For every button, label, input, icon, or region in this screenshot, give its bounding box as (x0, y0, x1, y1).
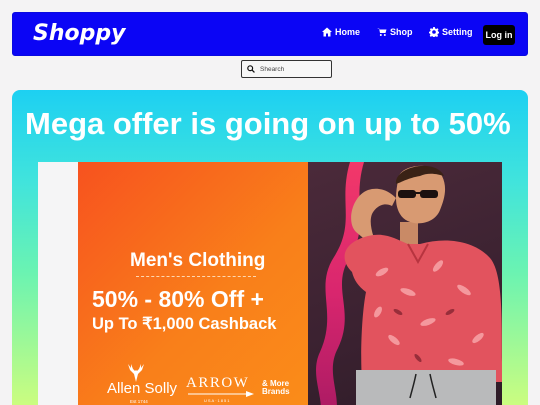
login-button[interactable]: Log in (483, 25, 515, 45)
nav-home-link[interactable]: Home (322, 27, 360, 37)
hero-title: Mega offer is going on up to 50% (25, 106, 511, 141)
cart-icon (377, 28, 387, 36)
nav-shop-label: Shop (390, 27, 413, 37)
promo-divider (136, 276, 256, 277)
search-input[interactable] (260, 65, 330, 73)
arrow-logo: ARROW (186, 375, 250, 391)
nav-home-label: Home (335, 27, 361, 37)
nav-setting-label: Setting (442, 27, 473, 37)
allen-solly-est: Est 1744 (130, 399, 148, 404)
nav-shop-link[interactable]: Shop (377, 27, 413, 37)
gear-icon (429, 27, 439, 37)
model-illustration (344, 165, 502, 405)
search-box (241, 60, 332, 78)
top-navbar: Shoppy Home Shop Setting Log in (12, 12, 528, 56)
stag-icon (128, 364, 144, 382)
promo-discount: 50% - 80% Off + (92, 286, 264, 312)
home-icon (322, 27, 332, 37)
more-brands-label: & More Brands (262, 379, 290, 396)
promo-banner[interactable]: Men's Clothing 50% - 80% Off + Up To ₹1,… (38, 162, 502, 405)
allen-solly-logo: Allen Solly (107, 380, 178, 397)
promo-cashback: Up To ₹1,000 Cashback (92, 315, 277, 333)
nav-setting-link[interactable]: Setting (429, 27, 473, 37)
hero-section: Mega offer is going on up to 50% Men's C… (12, 90, 528, 405)
arrow-line-icon (188, 391, 254, 397)
brand-logo[interactable]: Shoppy (33, 21, 125, 46)
promo-heading: Men's Clothing (130, 250, 266, 271)
arrow-logo-subtitle: USA·1851 (204, 398, 231, 403)
search-icon (247, 65, 255, 73)
